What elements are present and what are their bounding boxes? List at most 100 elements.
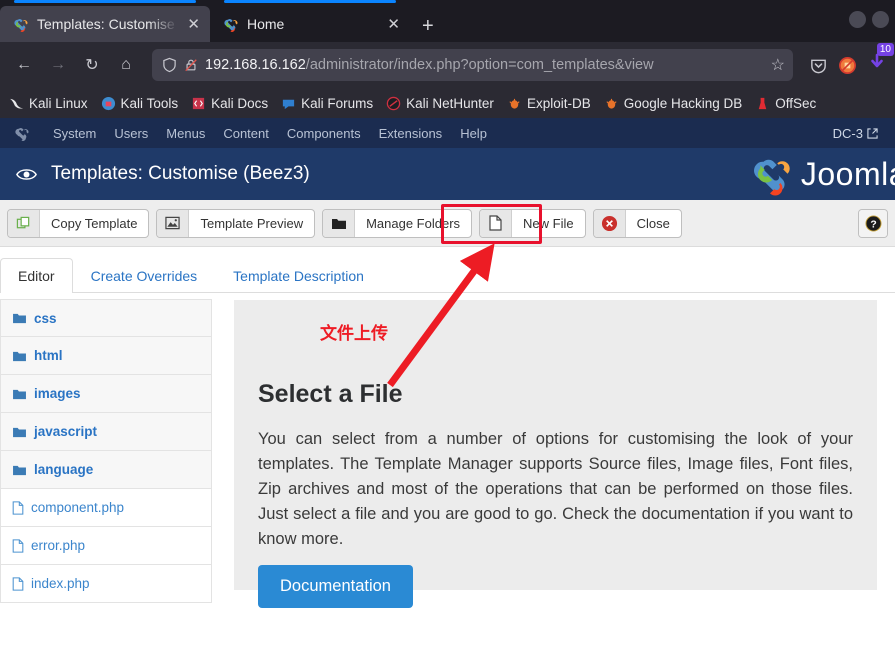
url-text: 192.168.16.162/administrator/index.php?o…	[205, 57, 764, 73]
bookmark-label: Kali NetHunter	[406, 95, 494, 111]
new-file-button[interactable]: New File	[479, 208, 586, 238]
kali-docs-icon	[192, 97, 205, 109]
admin-content: css html images javascript language comp…	[0, 293, 895, 609]
offsec-icon	[759, 97, 767, 109]
close-button[interactable]: Close	[592, 208, 682, 238]
tab-active-indicator	[14, 0, 196, 3]
manage-folders-button[interactable]: Manage Folders	[322, 208, 473, 238]
list-item[interactable]: images	[0, 375, 212, 413]
download-button[interactable]: 10	[867, 42, 894, 78]
list-item[interactable]: css	[0, 299, 212, 337]
close-label: Close	[636, 215, 670, 231]
kali-nethunter-icon	[386, 96, 401, 110]
reload-button[interactable]: ↻	[76, 49, 108, 81]
close-circle-icon	[593, 209, 626, 237]
select-file-panel: 文件上传 Select a File You can select from a…	[234, 300, 877, 609]
tab-close-icon[interactable]: ✕	[387, 17, 400, 32]
list-item[interactable]: language	[0, 451, 212, 489]
browser-toolbar-right: 10	[801, 42, 894, 78]
bookmark-kali-tools[interactable]: Kali Tools	[101, 95, 179, 111]
bookmark-label: Kali Docs	[211, 95, 269, 111]
file-icon	[12, 576, 24, 591]
file-icon	[12, 538, 24, 553]
tab-indicator	[224, 0, 396, 3]
bookmark-kali-docs[interactable]: Kali Docs	[191, 96, 268, 111]
list-item[interactable]: error.php	[0, 527, 212, 565]
topnav-item-users[interactable]: Users	[105, 126, 157, 141]
folder-icon	[13, 427, 26, 437]
bookmark-kali-forums[interactable]: Kali Forums	[281, 96, 373, 111]
panel-body-text: You can select from a number of options …	[258, 430, 853, 549]
tab-close-icon[interactable]: ✕	[187, 17, 200, 32]
folder-icon	[13, 313, 26, 324]
file-name: javascript	[34, 424, 98, 439]
bookmark-exploit-db[interactable]: Exploit-DB	[507, 96, 591, 111]
bookmark-label: OffSec	[775, 95, 817, 111]
home-button[interactable]: ⌂	[110, 49, 142, 81]
file-list: css html images javascript language comp…	[0, 293, 212, 603]
file-name: language	[34, 462, 94, 477]
eye-icon	[16, 168, 37, 180]
tab-editor[interactable]: Editor	[0, 258, 73, 293]
url-path: /administrator/index.php?option=com_temp…	[305, 57, 654, 73]
topnav-item-extensions[interactable]: Extensions	[370, 126, 452, 141]
tab-title: Home	[247, 16, 285, 32]
file-name: html	[34, 348, 63, 363]
extension-blocked-icon[interactable]	[838, 56, 857, 75]
topnav-item-system[interactable]: System	[44, 126, 105, 141]
copy-icon	[8, 209, 40, 237]
panel-heading: Select a File	[258, 380, 403, 408]
browser-chrome: Templates: Customise (Beez3) ✕ Home ✕ + …	[0, 0, 895, 118]
template-preview-button[interactable]: Template Preview	[156, 208, 316, 238]
bookmark-google-hacking-db[interactable]: Google Hacking DB	[604, 96, 742, 111]
tab-create-overrides[interactable]: Create Overrides	[73, 258, 216, 293]
list-item[interactable]: html	[0, 337, 212, 375]
forward-button[interactable]: →	[42, 49, 74, 81]
bookmark-offsec[interactable]: OffSec	[755, 96, 816, 111]
list-item[interactable]: javascript	[0, 413, 212, 451]
copy-template-label: Copy Template	[51, 215, 138, 231]
admin-top-navbar: System Users Menus Content Components Ex…	[0, 118, 895, 148]
back-button[interactable]: ←	[8, 49, 40, 81]
admin-tabs: Editor Create Overrides Template Descrip…	[0, 247, 895, 293]
exploit-db-icon	[509, 98, 520, 109]
joomla-icon	[14, 18, 28, 32]
bookmark-label: Kali Linux	[29, 95, 88, 111]
window-controls	[849, 11, 889, 28]
window-maximize-button[interactable]	[872, 11, 889, 28]
new-file-label: New File	[523, 215, 574, 231]
url-bar[interactable]: 192.168.16.162/administrator/index.php?o…	[152, 49, 793, 81]
list-item[interactable]: index.php	[0, 565, 212, 603]
copy-template-button[interactable]: Copy Template	[7, 208, 150, 238]
svg-text:?: ?	[870, 219, 876, 230]
star-icon[interactable]: ☆	[771, 55, 785, 75]
tab-template-description[interactable]: Template Description	[215, 258, 382, 293]
joomla-mark-icon[interactable]	[13, 125, 30, 142]
topnav-site-link[interactable]: DC-3	[833, 126, 882, 141]
bookmark-kali-linux[interactable]: Kali Linux	[9, 96, 88, 111]
bookmark-label: Kali Tools	[120, 95, 179, 111]
bookmarks-bar: Kali Linux Kali Tools Kali Docs Kali For…	[0, 88, 895, 118]
topnav-item-content[interactable]: Content	[214, 126, 278, 141]
google-hacking-db-icon	[606, 98, 617, 109]
documentation-button[interactable]: Documentation	[258, 565, 413, 609]
new-tab-button[interactable]: +	[410, 16, 446, 42]
pocket-icon[interactable]	[809, 56, 828, 75]
file-icon	[12, 500, 24, 515]
help-button[interactable]: ?	[858, 208, 888, 238]
browser-tab-active[interactable]: Templates: Customise (Beez3) ✕	[0, 0, 210, 42]
topnav-item-menus[interactable]: Menus	[157, 126, 214, 141]
image-icon	[157, 209, 190, 237]
lock-crossed-icon[interactable]	[184, 57, 198, 73]
page-title: Templates: Customise (Beez3)	[51, 163, 310, 184]
browser-navbar: ← → ↻ ⌂ 192.168.16.162/administrator/ind…	[0, 42, 895, 88]
folder-icon	[323, 209, 356, 237]
window-minimize-button[interactable]	[849, 11, 866, 28]
topnav-item-components[interactable]: Components	[278, 126, 370, 141]
topnav-item-help[interactable]: Help	[451, 126, 496, 141]
browser-tab-home[interactable]: Home ✕	[210, 0, 410, 42]
joomla-brand: Joomla	[747, 151, 895, 197]
list-item[interactable]: component.php	[0, 489, 212, 527]
bookmark-kali-nethunter[interactable]: Kali NetHunter	[386, 96, 494, 111]
joomla-logo-icon	[753, 159, 790, 196]
